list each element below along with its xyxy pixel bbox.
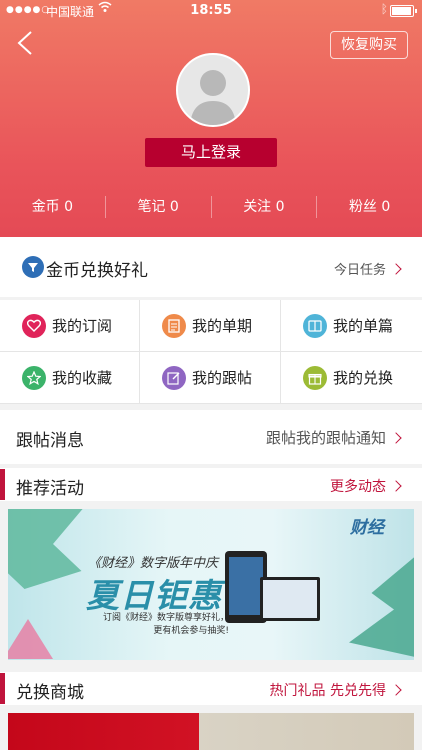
status-time: 18:55 bbox=[190, 3, 232, 18]
restore-purchase-button[interactable]: 恢复购买 bbox=[330, 31, 408, 59]
stat-following[interactable]: 关注 0 bbox=[210, 196, 317, 218]
hot-gifts-label: 热门礼品 先兑先得 bbox=[269, 683, 386, 699]
comment-messages-title: 跟帖消息 bbox=[16, 431, 84, 451]
funnel-icon bbox=[22, 256, 44, 278]
book-icon bbox=[303, 313, 327, 338]
comment-notifications-label: 跟帖我的跟帖通知 bbox=[265, 429, 386, 447]
banner-brand-logo: 财经 bbox=[350, 518, 384, 538]
bluetooth-icon: ᛒ bbox=[380, 2, 388, 16]
menu-item-subscriptions[interactable]: 我的订阅 bbox=[0, 300, 140, 352]
avatar[interactable] bbox=[176, 53, 250, 127]
stat-coins[interactable]: 金币 0 bbox=[0, 196, 105, 218]
menu-grid: 我的订阅 我的单期 我的单篇 我的收藏 我的跟帖 我的兑换 bbox=[0, 300, 422, 404]
heart-icon bbox=[22, 313, 46, 338]
menu-item-exchanges[interactable]: 我的兑换 bbox=[281, 352, 422, 404]
section-title: 兑换商城 bbox=[16, 683, 84, 703]
chevron-right-icon bbox=[390, 263, 402, 275]
daily-task-label: 今日任务 bbox=[333, 263, 386, 278]
promo-banner[interactable]: 财经 《财经》数字版年中庆 夏日钜惠 订阅《财经》数字版尊享好礼， 更有机会参与… bbox=[8, 509, 414, 660]
menu-item-label: 我的兑换 bbox=[333, 369, 394, 387]
status-bar: ●●●●○ 中国联通 18:55 ᛒ bbox=[0, 0, 422, 22]
profile-header: ●●●●○ 中国联通 18:55 ᛒ 恢复购买 马上登录 金币 0 笔记 0 关… bbox=[0, 0, 422, 237]
login-button[interactable]: 马上登录 bbox=[145, 138, 277, 167]
banner-headline: 夏日钜惠 bbox=[86, 576, 222, 615]
menu-item-label: 我的单篇 bbox=[333, 317, 394, 335]
menu-item-issues[interactable]: 我的单期 bbox=[140, 300, 281, 352]
chevron-right-icon bbox=[390, 432, 402, 444]
banner-line: 更有机会参与抽奖! bbox=[153, 626, 230, 636]
user-avatar-icon bbox=[190, 70, 236, 125]
banner-line: 订阅《财经》数字版尊享好礼， bbox=[103, 613, 230, 623]
chevron-right-icon bbox=[390, 480, 402, 492]
gift-icon bbox=[303, 365, 327, 390]
stat-notes[interactable]: 笔记 0 bbox=[104, 196, 211, 218]
banner-leaf-decoration bbox=[8, 619, 53, 659]
comment-notifications-link[interactable]: 跟帖我的跟帖通知 bbox=[265, 427, 402, 448]
daily-task-link[interactable]: 今日任务 bbox=[333, 259, 402, 278]
exchange-mall-section-header: 兑换商城 热门礼品 先兑先得 bbox=[0, 672, 422, 705]
menu-item-comments[interactable]: 我的跟帖 bbox=[140, 352, 281, 404]
banner-leaf-decoration bbox=[349, 549, 414, 659]
menu-item-label: 我的跟帖 bbox=[192, 369, 253, 387]
section-accent-bar bbox=[0, 673, 5, 704]
stats-bar: 金币 0 笔记 0 关注 0 粉丝 0 bbox=[0, 196, 422, 218]
menu-item-label: 我的收藏 bbox=[52, 369, 113, 387]
coin-exchange-row[interactable]: 金币兑换好礼 今日任务 bbox=[0, 237, 422, 297]
menu-item-label: 我的单期 bbox=[192, 317, 253, 335]
section-title: 推荐活动 bbox=[16, 479, 84, 499]
star-icon bbox=[22, 365, 46, 390]
banner-description: 订阅《财经》数字版尊享好礼， 更有机会参与抽奖! bbox=[103, 612, 229, 638]
menu-item-favorites[interactable]: 我的收藏 bbox=[0, 352, 140, 404]
comment-messages-row[interactable]: 跟帖消息 跟帖我的跟帖通知 bbox=[0, 410, 422, 464]
chevron-right-icon bbox=[390, 684, 402, 696]
recommended-section-header: 推荐活动 更多动态 bbox=[0, 468, 422, 501]
mall-product-strip[interactable] bbox=[8, 713, 414, 750]
more-news-label: 更多动态 bbox=[330, 479, 386, 495]
menu-item-articles[interactable]: 我的单篇 bbox=[281, 300, 422, 352]
back-button[interactable] bbox=[12, 28, 42, 58]
more-news-link[interactable]: 更多动态 bbox=[330, 476, 402, 496]
coin-exchange-title: 金币兑换好礼 bbox=[46, 261, 148, 281]
laptop-image bbox=[260, 577, 320, 621]
menu-item-label: 我的订阅 bbox=[52, 317, 113, 335]
banner-leaf-decoration bbox=[8, 509, 91, 589]
edit-icon bbox=[162, 365, 186, 390]
stat-fans[interactable]: 粉丝 0 bbox=[316, 196, 422, 218]
document-icon bbox=[162, 313, 186, 338]
battery-icon bbox=[390, 5, 417, 17]
section-accent-bar bbox=[0, 469, 5, 500]
hot-gifts-link[interactable]: 热门礼品 先兑先得 bbox=[269, 680, 402, 700]
chevron-left-icon bbox=[17, 31, 32, 55]
